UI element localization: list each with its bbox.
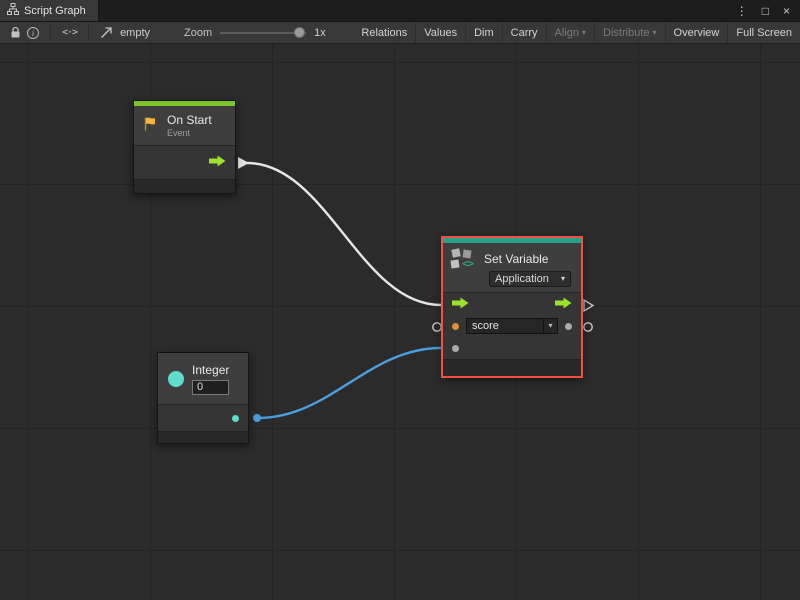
port-row <box>158 405 248 431</box>
graph-canvas[interactable]: On Start Event <box>0 44 800 600</box>
node-title: Integer <box>192 363 229 377</box>
wire-source-arrow <box>238 157 249 169</box>
toolbar-separator <box>88 25 89 41</box>
close-icon[interactable]: × <box>783 5 790 17</box>
flow-output-port[interactable] <box>555 297 572 312</box>
button-label: Distribute <box>603 27 649 39</box>
align-button: Align ▾ <box>546 22 594 43</box>
control-wire[interactable] <box>247 163 441 305</box>
value-output-port[interactable] <box>565 323 572 330</box>
carry-button[interactable]: Carry <box>502 22 546 43</box>
node-subtitle: Event <box>167 128 212 138</box>
value-wire[interactable] <box>258 348 441 418</box>
tab-script-graph[interactable]: Script Graph <box>0 0 99 21</box>
node-on-start[interactable]: On Start Event <box>133 100 236 194</box>
lock-icon[interactable] <box>6 22 24 44</box>
button-label: Dim <box>474 27 494 39</box>
selection-status: empty <box>116 27 154 39</box>
integer-value: 0 <box>197 381 203 393</box>
values-button[interactable]: Values <box>415 22 465 43</box>
distribute-button: Distribute ▾ <box>594 22 664 43</box>
zoom-label: Zoom <box>180 27 216 39</box>
zoom-value: 1x <box>310 27 330 39</box>
node-body: score ▾ <box>443 293 581 359</box>
wires-layer <box>0 44 800 600</box>
set-variable-icon: <> <box>451 249 477 269</box>
dropdown-arrow-icon: ▾ <box>561 275 565 283</box>
code-icon[interactable]: <·> <box>59 22 80 44</box>
toolbar-buttons: Relations Values Dim Carry Align ▾ Distr… <box>353 22 800 43</box>
flow-input-port[interactable] <box>452 297 469 312</box>
tab-title: Script Graph <box>24 5 86 17</box>
window-titlebar: Script Graph ⋮ □ × <box>0 0 800 22</box>
integer-value-field[interactable]: 0 <box>192 380 229 395</box>
node-set-variable[interactable]: <> Set Variable Application ▾ <box>441 236 583 378</box>
flow-port-row <box>443 293 581 315</box>
value-input-port[interactable] <box>452 345 459 352</box>
node-footer <box>443 359 581 376</box>
variable-name-value: score <box>467 320 543 332</box>
dropdown-arrow-icon[interactable]: ▾ <box>543 319 557 333</box>
unconnected-flow-marker[interactable] <box>584 300 593 311</box>
port-row <box>134 146 235 179</box>
maximize-icon[interactable]: □ <box>762 5 769 17</box>
full-screen-button[interactable]: Full Screen <box>727 22 800 43</box>
dropdown-arrow-icon: ▾ <box>653 29 657 37</box>
titlebar-spacer <box>99 0 726 21</box>
selection-cursor-icon <box>97 22 116 44</box>
relations-button[interactable]: Relations <box>353 22 415 43</box>
variable-scope-dropdown[interactable]: Application ▾ <box>489 271 571 287</box>
node-integer[interactable]: Integer 0 <box>157 352 249 444</box>
dropdown-arrow-glyph: ▾ <box>548 322 552 330</box>
node-body <box>134 146 235 179</box>
info-icon[interactable]: i <box>24 22 42 44</box>
variable-name-port[interactable] <box>452 323 459 330</box>
unconnected-value-marker-right[interactable] <box>584 323 592 331</box>
button-label: Carry <box>511 27 538 39</box>
window-controls: ⋮ □ × <box>726 0 800 21</box>
node-header[interactable]: On Start Event <box>134 106 235 146</box>
node-footer <box>158 431 248 443</box>
node-header[interactable]: Integer 0 <box>158 353 248 405</box>
node-title: On Start <box>167 113 212 127</box>
dim-button[interactable]: Dim <box>465 22 502 43</box>
value-port-row <box>443 337 581 359</box>
graph-icon <box>7 3 19 18</box>
wire-source-dot <box>253 414 261 422</box>
node-title: Set Variable <box>484 252 548 266</box>
unconnected-value-marker-left[interactable] <box>433 323 441 331</box>
scope-label: Application <box>495 273 549 285</box>
variable-name-dropdown[interactable]: score ▾ <box>466 318 558 334</box>
zoom-slider-handle[interactable] <box>294 27 305 38</box>
node-footer <box>134 179 235 193</box>
button-label: Values <box>424 27 457 39</box>
toolbar-separator <box>50 25 51 41</box>
flow-output-port[interactable] <box>209 155 226 170</box>
toolbar: i <·> empty Zoom 1x Relations Values Dim <box>0 22 800 44</box>
integer-icon <box>168 371 184 387</box>
overview-button[interactable]: Overview <box>665 22 728 43</box>
more-options-icon[interactable]: ⋮ <box>736 5 748 17</box>
node-header[interactable]: <> Set Variable Application ▾ <box>443 243 581 293</box>
button-label: Full Screen <box>736 27 792 39</box>
button-label: Overview <box>674 27 720 39</box>
node-body <box>158 405 248 431</box>
button-label: Align <box>555 27 579 39</box>
button-label: Relations <box>361 27 407 39</box>
flag-icon <box>142 116 160 135</box>
zoom-slider[interactable] <box>220 22 306 44</box>
integer-output-port[interactable] <box>232 415 239 422</box>
dropdown-arrow-icon: ▾ <box>582 29 586 37</box>
code-angle-icon: <> <box>462 257 473 270</box>
script-graph-window: Script Graph ⋮ □ × i <·> empty Zoom <box>0 0 800 600</box>
name-port-row: score ▾ <box>443 315 581 337</box>
